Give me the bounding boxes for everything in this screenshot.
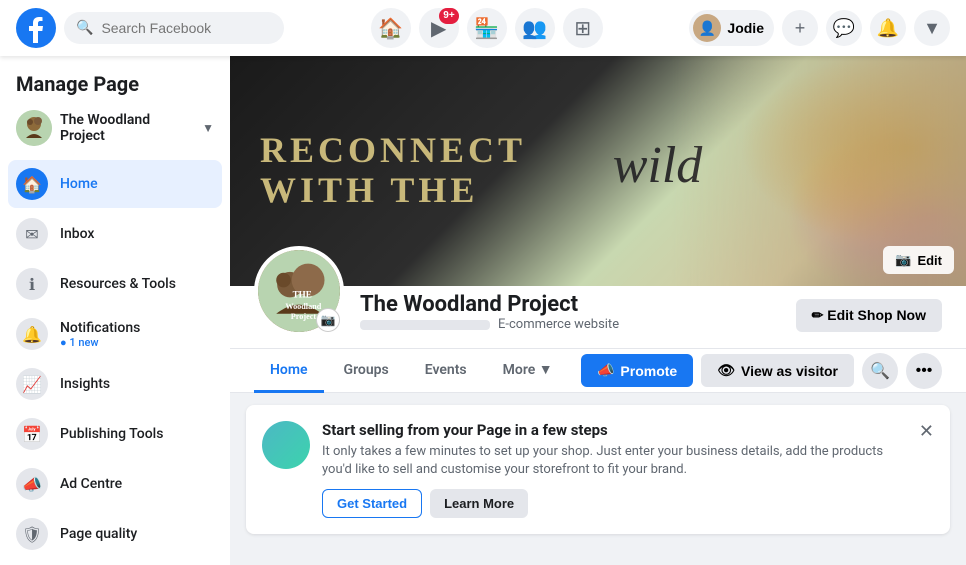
page-info-bar: THE Woodland Project 📷 The Woodland Proj… xyxy=(230,286,966,349)
page-title: The Woodland Project xyxy=(360,292,780,317)
tab-more-options-button[interactable]: ••• xyxy=(906,353,942,389)
main-layout: Manage Page The Woodland Project ▼ 🏠 Hom… xyxy=(0,56,966,565)
close-banner-button[interactable]: ✕ xyxy=(919,421,934,442)
topnav-right: 👤 Jodie + 💬 🔔 ▼ xyxy=(689,10,950,46)
svg-text:Woodland: Woodland xyxy=(285,302,321,311)
promo-title: Start selling from your Page in a few st… xyxy=(322,421,907,439)
sidebar-item-resources[interactable]: ℹ Resources & Tools xyxy=(8,260,222,308)
insights-icon: 📈 xyxy=(16,368,48,400)
avatar: 👤 xyxy=(693,14,721,42)
sidebar-title: Manage Page xyxy=(8,68,222,104)
messenger-button[interactable]: 💬 xyxy=(826,10,862,46)
nav-gaming-button[interactable]: ⊞ xyxy=(563,8,603,48)
sidebar-item-label: Inbox xyxy=(60,226,94,242)
sidebar-item-label: Page quality xyxy=(60,526,137,542)
search-input[interactable] xyxy=(101,20,272,36)
page-url-row: E-commerce website xyxy=(360,317,780,332)
promo-actions: Get Started Learn More xyxy=(322,489,907,518)
user-name-label: Jodie xyxy=(727,20,764,36)
nav-watch-button[interactable]: ▶ 9+ xyxy=(419,8,459,48)
svg-text:THE: THE xyxy=(293,289,312,299)
promote-label: Promote xyxy=(620,363,677,379)
view-as-visitor-button[interactable]: 👁 View as visitor xyxy=(701,354,854,387)
sidebar: Manage Page The Woodland Project ▼ 🏠 Hom… xyxy=(0,56,230,565)
url-placeholder xyxy=(360,320,490,330)
learn-more-button[interactable]: Learn More xyxy=(430,489,528,518)
cover-text-line2: WITH THE xyxy=(260,171,526,211)
notifications-button[interactable]: 🔔 xyxy=(870,10,906,46)
sidebar-item-label: Notifications xyxy=(60,320,140,336)
profile-picture-wrapper: THE Woodland Project 📷 xyxy=(254,246,344,336)
resources-icon: ℹ xyxy=(16,268,48,300)
promo-description: It only takes a few minutes to set up yo… xyxy=(322,443,907,479)
nav-home-button[interactable]: 🏠 xyxy=(371,8,411,48)
camera-icon: 📷 xyxy=(895,252,911,268)
notifications-content: Notifications ● 1 new xyxy=(60,320,140,349)
profile-camera-icon[interactable]: 📷 xyxy=(316,308,340,332)
cover-edit-label: Edit xyxy=(917,253,942,268)
sidebar-item-insights[interactable]: 📈 Insights xyxy=(8,360,222,408)
cover-text-line1: RECONNECT xyxy=(260,131,526,171)
page-selector[interactable]: The Woodland Project ▼ xyxy=(8,104,222,152)
sidebar-item-notifications[interactable]: 🔔 Notifications ● 1 new xyxy=(8,310,222,358)
sidebar-item-quality[interactable]: 🛡 Page quality xyxy=(8,510,222,558)
cover-text-block: RECONNECT WITH THE xyxy=(260,131,526,210)
sidebar-item-label: Insights xyxy=(60,376,110,392)
bell-icon: 🔔 xyxy=(16,318,48,350)
page-name-label: The Woodland Project xyxy=(60,112,194,144)
inbox-icon: ✉ xyxy=(16,218,48,250)
eye-icon: 👁 xyxy=(717,362,735,379)
promote-button[interactable]: 📣 Promote xyxy=(581,354,693,387)
shield-icon: 🛡 xyxy=(16,518,48,550)
nav-marketplace-button[interactable]: 🏪 xyxy=(467,8,507,48)
sidebar-item-inbox[interactable]: ✉ Inbox xyxy=(8,210,222,258)
calendar-icon: 📅 xyxy=(16,418,48,450)
menu-button[interactable]: ▼ xyxy=(914,10,950,46)
nav-groups-button[interactable]: 👥 xyxy=(515,8,555,48)
tab-search-button[interactable]: 🔍 xyxy=(862,353,898,389)
center-nav: 🏠 ▶ 9+ 🏪 👥 ⊞ xyxy=(284,8,689,48)
sidebar-item-home[interactable]: 🏠 Home xyxy=(8,160,222,208)
main-content: RECONNECT WITH THE wild 📷 Edit xyxy=(230,56,966,565)
visitor-label: View as visitor xyxy=(741,363,838,379)
get-started-button[interactable]: Get Started xyxy=(322,489,422,518)
promo-icon xyxy=(262,421,310,469)
sidebar-item-label: Ad Centre xyxy=(60,476,122,492)
tab-home[interactable]: Home xyxy=(254,350,324,393)
watch-badge: 9+ xyxy=(439,8,458,24)
page-details: The Woodland Project E-commerce website xyxy=(360,292,780,336)
promo-content: Start selling from your Page in a few st… xyxy=(322,421,907,518)
search-icon: 🔍 xyxy=(870,361,890,381)
sidebar-item-label: Publishing Tools xyxy=(60,426,163,442)
cover-edit-button[interactable]: 📷 Edit xyxy=(883,246,954,274)
tab-actions: 📣 Promote 👁 View as visitor 🔍 ••• xyxy=(581,353,942,389)
search-box[interactable]: 🔍 xyxy=(64,12,284,44)
tab-events[interactable]: Events xyxy=(409,350,483,393)
edit-shop-button[interactable]: ✏ Edit Shop Now xyxy=(796,299,942,332)
page-category: E-commerce website xyxy=(498,317,619,332)
facebook-logo-icon[interactable] xyxy=(16,8,56,48)
sidebar-item-label: Home xyxy=(60,176,98,192)
chevron-down-icon: ▼ xyxy=(202,121,214,135)
page-tabs: Home Groups Events More ▼ 📣 Promote 👁 Vi… xyxy=(230,349,966,393)
promo-banner: Start selling from your Page in a few st… xyxy=(246,405,950,534)
page-avatar xyxy=(16,110,52,146)
sidebar-item-editinfo[interactable]: ✏ Edit Page Info ● 2 new xyxy=(8,560,222,565)
megaphone-icon: 📣 xyxy=(597,362,614,379)
ellipsis-icon: ••• xyxy=(916,362,933,380)
svg-text:Project: Project xyxy=(291,312,317,321)
tab-more[interactable]: More ▼ xyxy=(487,349,569,393)
user-profile-button[interactable]: 👤 Jodie xyxy=(689,10,774,46)
top-navigation: 🔍 🏠 ▶ 9+ 🏪 👥 ⊞ 👤 Jodie + 💬 🔔 ▼ xyxy=(0,0,966,56)
notification-badge: ● 1 new xyxy=(60,336,140,349)
tab-groups[interactable]: Groups xyxy=(328,350,405,393)
sidebar-item-label: Resources & Tools xyxy=(60,276,176,292)
search-icon: 🔍 xyxy=(76,20,93,36)
home-icon: 🏠 xyxy=(16,168,48,200)
sidebar-item-publishing[interactable]: 📅 Publishing Tools xyxy=(8,410,222,458)
adcentre-icon: 📣 xyxy=(16,468,48,500)
add-button[interactable]: + xyxy=(782,10,818,46)
sidebar-item-adcentre[interactable]: 📣 Ad Centre xyxy=(8,460,222,508)
